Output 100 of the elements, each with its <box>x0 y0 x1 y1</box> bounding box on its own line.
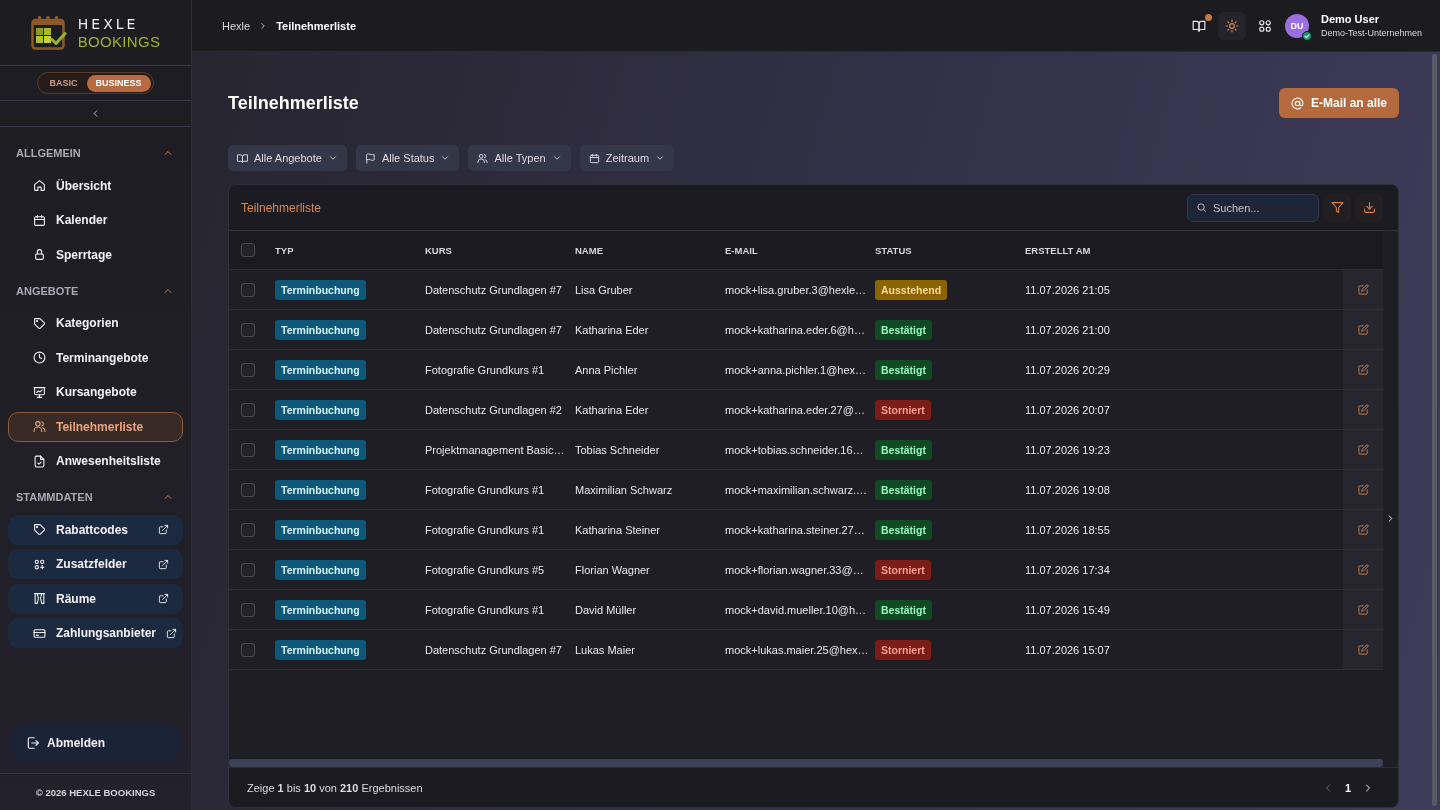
column-header: STATUS <box>875 244 912 256</box>
edit-icon[interactable] <box>1357 524 1369 535</box>
edit-icon[interactable] <box>1357 644 1369 655</box>
table-cell: 11.07.2026 20:29 <box>1025 363 1110 376</box>
search-icon <box>1196 202 1207 213</box>
type-badge: Terminbuchung <box>275 439 366 460</box>
flag-icon <box>364 152 376 164</box>
row-checkbox[interactable] <box>241 602 255 617</box>
row-checkbox[interactable] <box>241 282 255 297</box>
nav-item[interactable]: Terminangebote <box>8 342 183 373</box>
users-icon <box>477 152 489 164</box>
status-badge: Storniert <box>875 559 931 580</box>
table-cell: Florian Wagner <box>575 563 650 576</box>
external-link-icon <box>158 593 169 604</box>
edit-icon[interactable] <box>1357 444 1369 455</box>
table-cell: mock+katharina.eder.6@h… <box>725 323 865 336</box>
filter-dropdown[interactable]: Alle Status <box>355 145 460 171</box>
shapes-icon <box>33 557 46 571</box>
type-badge: Terminbuchung <box>275 599 366 620</box>
email-all-button[interactable]: E-Mail an alle <box>1278 88 1399 118</box>
select-all-checkbox[interactable] <box>241 243 255 257</box>
plan-option[interactable]: BUSINESS <box>86 74 151 92</box>
scrollbar-thumb[interactable] <box>1431 54 1437 806</box>
nav-item[interactable]: Übersicht <box>8 170 183 201</box>
nav-item[interactable]: Sperrtage <box>8 239 183 270</box>
table-cell: 11.07.2026 19:08 <box>1025 483 1110 496</box>
filter-dropdown[interactable]: Zeitraum <box>579 145 675 171</box>
row-checkbox[interactable] <box>241 362 255 377</box>
presentation-chart-icon <box>33 385 46 399</box>
sun-icon <box>1224 18 1239 33</box>
home-icon <box>33 179 46 192</box>
row-checkbox[interactable] <box>241 402 255 417</box>
edit-icon[interactable] <box>1357 404 1369 415</box>
table-cell: Datenschutz Grundlagen #7 <box>425 283 562 296</box>
nav-item[interactable]: Kategorien <box>8 308 183 338</box>
book-icon[interactable] <box>1191 18 1206 33</box>
grid-icon[interactable] <box>1257 18 1272 33</box>
edit-icon[interactable] <box>1357 564 1369 575</box>
row-checkbox[interactable] <box>241 642 255 657</box>
table-cell: mock+katharina.eder.27@… <box>725 403 865 416</box>
filter-dropdown[interactable]: Alle Angebote <box>228 145 347 171</box>
avatar[interactable]: DU <box>1284 13 1309 38</box>
edit-icon[interactable] <box>1357 364 1369 375</box>
filter-button[interactable] <box>1323 193 1351 222</box>
page-button[interactable]: 1 <box>1343 781 1353 794</box>
type-badge: Terminbuchung <box>275 639 366 660</box>
section-header[interactable]: ALLGEMEIN <box>8 140 183 166</box>
status-badge: Storniert <box>875 639 931 660</box>
table-cell: 11.07.2026 21:00 <box>1025 323 1110 336</box>
calendar-icon <box>33 213 46 227</box>
nav-item[interactable]: Kursangebote <box>8 377 183 407</box>
table-cell: 11.07.2026 20:07 <box>1025 403 1110 416</box>
row-checkbox[interactable] <box>241 562 255 577</box>
table-cell: 11.07.2026 21:05 <box>1025 283 1110 296</box>
table-cell: Datenschutz Grundlagen #7 <box>425 323 562 336</box>
table-cell: Datenschutz Grundlagen #2 <box>425 403 562 416</box>
table-cell: Fotografie Grundkurs #5 <box>425 563 545 576</box>
chevron-down-icon <box>551 153 562 163</box>
edit-icon[interactable] <box>1357 604 1369 615</box>
table-cell: Fotografie Grundkurs #1 <box>425 523 545 536</box>
edit-icon[interactable] <box>1357 484 1369 495</box>
table-cell: Anna Pichler <box>575 363 638 376</box>
breadcrumb-current: Teilnehmerliste <box>276 19 356 32</box>
table-cell: Katharina Eder <box>575 403 649 416</box>
nav-item[interactable]: Räume <box>8 583 183 614</box>
nav-item[interactable]: Rabattcodes <box>8 514 183 545</box>
nav-item[interactable]: Anwesenheitsliste <box>8 446 183 476</box>
nav-item[interactable]: Zusatzfelder <box>8 549 183 579</box>
theme-button[interactable] <box>1217 11 1246 40</box>
nav-item[interactable]: Teilnehmerliste <box>8 411 183 442</box>
lock-icon <box>33 248 46 261</box>
row-checkbox[interactable] <box>241 482 255 497</box>
user-name: Demo User <box>1320 13 1381 25</box>
table-cell: mock+anna.pichler.1@hex… <box>725 363 867 376</box>
table-cell: Lukas Maier <box>575 643 635 656</box>
breadcrumb-link[interactable]: Hexle <box>222 19 251 32</box>
row-checkbox[interactable] <box>241 322 255 337</box>
type-badge: Terminbuchung <box>275 319 366 340</box>
section-header[interactable]: STAMMDATEN <box>8 484 183 510</box>
horizontal-scrollbar[interactable] <box>229 759 1383 767</box>
row-checkbox[interactable] <box>241 442 255 457</box>
column-header: E-MAIL <box>725 244 758 256</box>
logout-icon <box>26 736 40 750</box>
section-header[interactable]: ANGEBOTE <box>8 277 183 304</box>
results-summary: Zeige 1 bis 10 von 210 Ergebnissen <box>247 781 423 794</box>
at-sign-icon <box>1290 96 1304 110</box>
nav-item[interactable]: Zahlungsanbieter <box>8 618 183 648</box>
status-badge: Bestätigt <box>875 359 932 380</box>
row-checkbox[interactable] <box>241 522 255 537</box>
nav-item[interactable]: Kalender <box>8 205 183 235</box>
filter-dropdown[interactable]: Alle Typen <box>468 145 571 171</box>
edit-icon[interactable] <box>1357 284 1369 295</box>
edit-icon[interactable] <box>1357 324 1369 335</box>
plan-option[interactable]: BASIC <box>40 74 87 92</box>
search-field[interactable]: Suchen... <box>1187 193 1319 222</box>
download-button[interactable] <box>1355 193 1383 222</box>
table-cell: mock+maximilian.schwarz.… <box>725 483 868 496</box>
table-cell: Fotografie Grundkurs #1 <box>425 603 545 616</box>
logout-button[interactable]: Abmelden <box>12 724 179 762</box>
table-cell: Datenschutz Grundlagen #7 <box>425 643 562 656</box>
